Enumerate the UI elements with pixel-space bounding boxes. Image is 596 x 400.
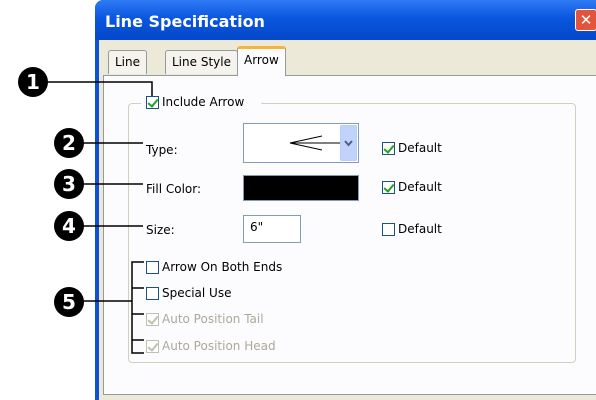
callout-1: 1: [18, 67, 48, 97]
callout-leader-lines: [44, 81, 153, 354]
callout-5: 5: [54, 287, 84, 317]
callout-4: 4: [54, 211, 84, 241]
callout-3: 3: [54, 169, 84, 199]
callout-2: 2: [54, 128, 84, 158]
